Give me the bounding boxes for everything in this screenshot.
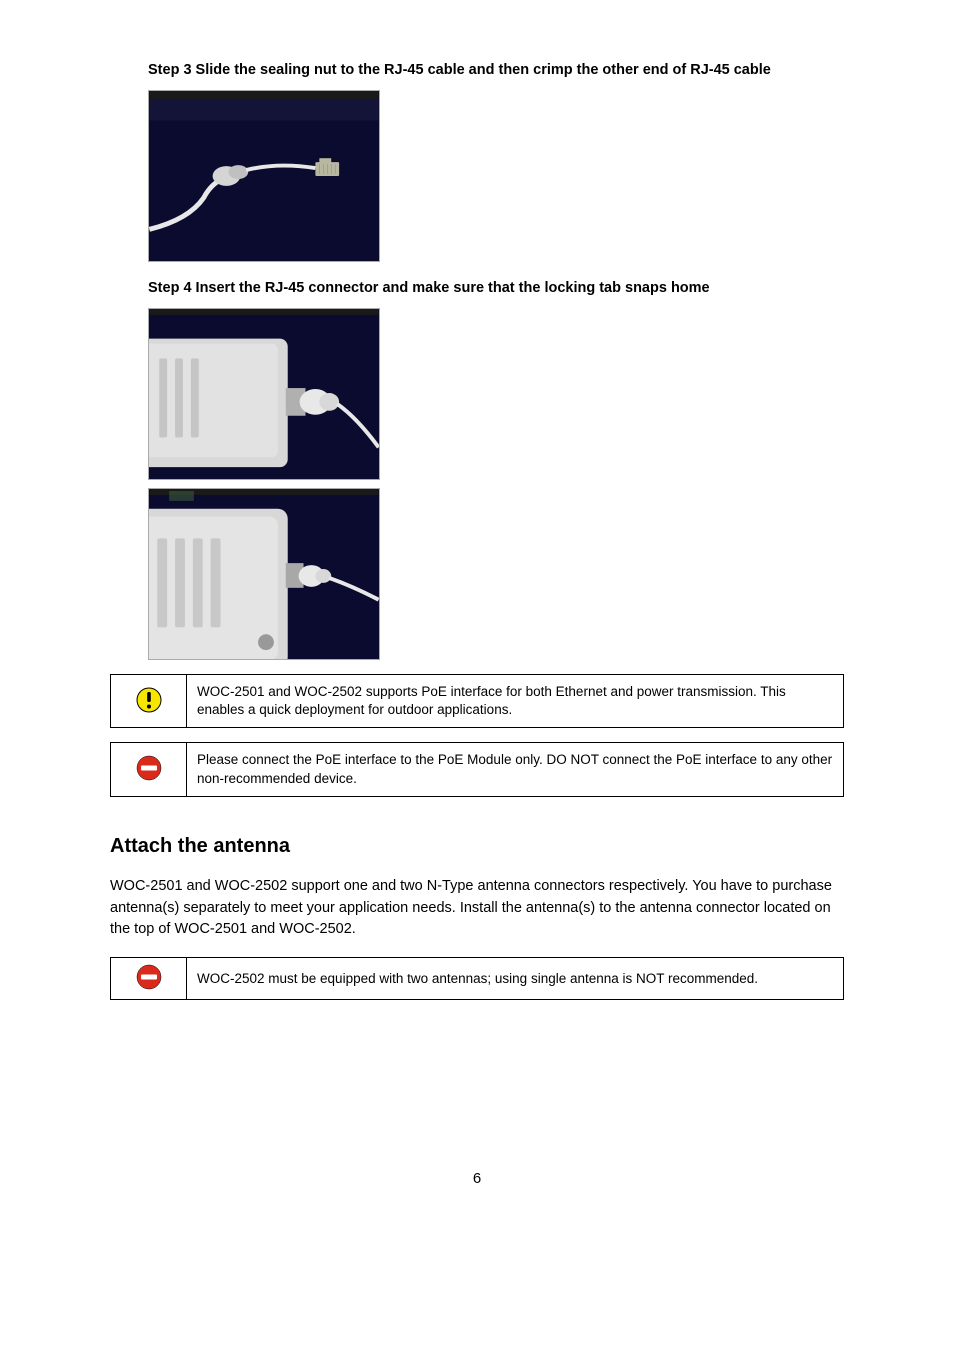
callout-notice2-text: WOC-2502 must be equipped with two anten…: [187, 958, 844, 1000]
section-paragraph: WOC-2501 and WOC-2502 support one and tw…: [110, 876, 844, 941]
step4-header: Step 4 Insert the RJ-45 connector and ma…: [110, 280, 844, 296]
cable-photo-svg: [149, 91, 379, 261]
no-entry-icon: [136, 755, 162, 784]
callout-caution-text: WOC-2501 and WOC-2502 supports PoE inter…: [187, 675, 844, 728]
step4-image-b-wrapper: [148, 488, 844, 660]
no-entry-icon: [136, 964, 162, 993]
page-footer: 6: [110, 1170, 844, 1187]
callout-notice1-icon-cell: [111, 743, 187, 796]
step3-header: Step 3 Slide the sealing nut to the RJ-4…: [110, 62, 844, 78]
step3-photo: [148, 90, 380, 262]
housing-photo-b-svg: [149, 489, 379, 659]
page-content: Step 3 Slide the sealing nut to the RJ-4…: [0, 62, 954, 1247]
step4-text: Step 4 Insert the RJ-45 connector and ma…: [148, 280, 710, 296]
caution-icon: [136, 687, 162, 716]
callout-caution-icon-cell: [111, 675, 187, 728]
step4-photo-b: [148, 488, 380, 660]
callout-notice2-icon-cell: [111, 958, 187, 1000]
housing-photo-a-svg: [149, 309, 379, 479]
page-number: 6: [473, 1170, 481, 1187]
step4-photo-a: [148, 308, 380, 480]
step3-image-wrapper: [148, 90, 844, 262]
step4-image-a-wrapper: [148, 308, 844, 480]
step3-text: Step 3 Slide the sealing nut to the RJ-4…: [148, 62, 771, 78]
callout-caution: WOC-2501 and WOC-2502 supports PoE inter…: [110, 674, 844, 728]
callout-notice-2: WOC-2502 must be equipped with two anten…: [110, 957, 844, 1000]
section-title: Attach the antenna: [110, 835, 844, 858]
callout-notice-1: Please connect the PoE interface to the …: [110, 742, 844, 796]
callout-notice1-text: Please connect the PoE interface to the …: [187, 743, 844, 796]
